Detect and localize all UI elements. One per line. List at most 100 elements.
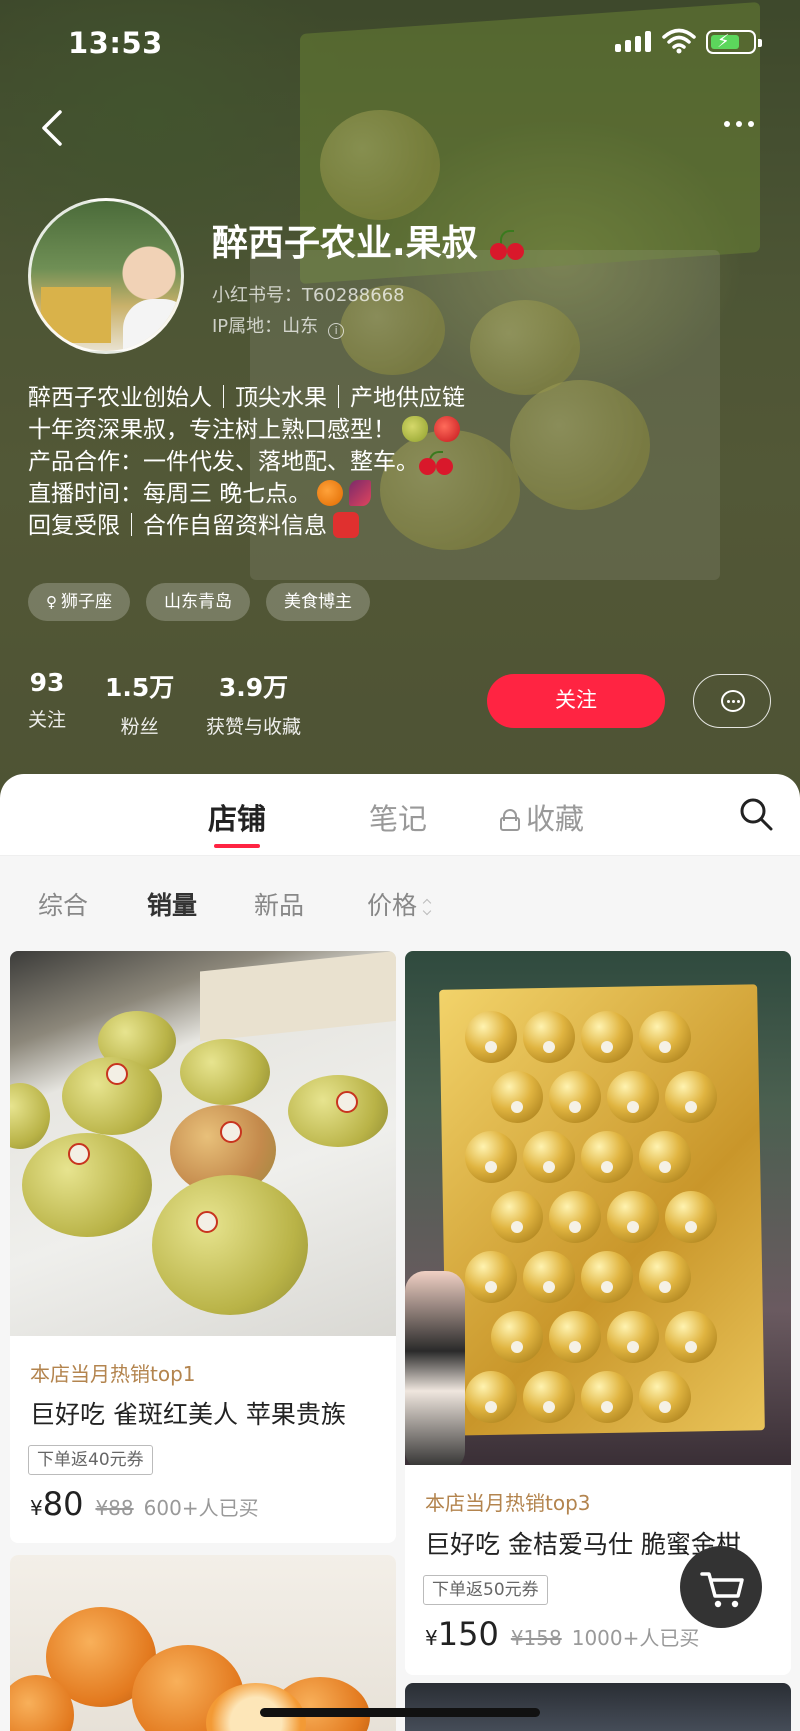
gold-wrapped-kumquat [523,1251,575,1303]
sort-arrows-icon [423,897,433,917]
apple-emoji-icon [434,416,460,442]
cherry-emoji-icon [419,450,453,475]
gold-wrapped-kumquat [491,1191,543,1243]
original-price: ¥88 [95,1496,134,1520]
bio-line: 回复受限｜合作自留资料信息 [28,513,327,539]
bio-line: 十年资深果叔，专注树上熟口感型！ [28,417,396,443]
tab-collections[interactable]: 收藏 [500,796,584,838]
follow-button[interactable]: 关注 [487,674,665,728]
gold-wrapped-kumquat [523,1371,575,1423]
product-price: ¥80 ¥88 600+人已买 [30,1485,259,1523]
battery-charging-icon: ⚡ [706,30,762,54]
hand [405,1271,465,1465]
stat-likes-collects[interactable]: 3.9万 获赞与收藏 [206,668,301,739]
female-symbol-icon: ♀ [46,593,57,611]
product-image-oranges [10,1555,396,1731]
home-indicator[interactable] [260,1708,540,1717]
gold-wrapped-kumquat [465,1251,517,1303]
gold-wrapped-kumquat [607,1191,659,1243]
gold-wrapped-kumquat [639,1011,691,1063]
gold-wrapped-kumquat [665,1311,717,1363]
lock-icon [500,809,520,831]
product-card[interactable]: 本店当月热销top1 巨好吃 雀斑红美人 苹果贵族 下单返40元券 ¥80 ¥88… [10,951,396,1543]
gold-wrapped-kumquat [665,1071,717,1123]
gold-wrapped-kumquat [523,1011,575,1063]
gold-wrapped-kumquat [607,1311,659,1363]
avatar[interactable] [28,198,184,354]
gold-wrapped-kumquat [491,1311,543,1363]
gold-wrapped-kumquat [607,1071,659,1123]
profile-name: 醉西子农业.果叔 [212,214,528,266]
product-price: ¥150 ¥158 1000+人已买 [425,1615,700,1653]
tag-location[interactable]: 山东青岛 [146,583,250,621]
product-card[interactable] [10,1555,396,1731]
gold-wrapped-kumquat [549,1311,601,1363]
profile-header: 13:53 ⚡ 醉西子农业.果叔 小红书号：T60288668 IP属地：山东 i… [0,0,800,800]
product-title: 巨好吃 雀斑红美人 苹果贵族 [30,1400,346,1429]
ip-location: IP属地：山东 i [212,312,345,339]
product-card[interactable] [405,1683,791,1731]
gold-wrapped-kumquat [465,1371,517,1423]
gold-wrapped-kumquat [549,1191,601,1243]
sort-filters: 综合 销量 新品 价格 [0,856,800,950]
product-image-kumquats [405,951,791,1465]
search-icon[interactable] [738,796,774,832]
wifi-icon [662,28,696,54]
bio-line: 醉西子农业创始人｜顶尖水果｜产地供应链 [28,385,465,411]
shopping-cart-button[interactable] [680,1546,762,1628]
filter-new[interactable]: 新品 [254,886,304,922]
gold-wrapped-kumquat [665,1191,717,1243]
original-price: ¥158 [510,1626,562,1650]
chat-bubble-icon [721,690,745,712]
gold-wrapped-kumquat [581,1251,633,1303]
gold-wrapped-kumquat [491,1071,543,1123]
profile-bio: 醉西子农业创始人｜顶尖水果｜产地供应链 十年资深果叔，专注树上熟口感型！ 产品合… [28,382,465,542]
gold-wrapped-kumquat [639,1251,691,1303]
stat-following[interactable]: 93 关注 [28,668,66,732]
active-tab-indicator [214,844,261,848]
sweet-potato-emoji-icon [349,480,372,506]
shopping-cart-icon [700,1572,744,1608]
message-button[interactable] [693,674,771,728]
red-id: 小红书号：T60288668 [212,285,405,306]
ip-location-text: IP属地：山东 [212,316,319,337]
sold-count: 600+人已买 [143,1496,259,1520]
coupon-badge: 下单返40元券 [28,1445,153,1475]
gold-wrapped-kumquat [639,1131,691,1183]
profile-tags: ♀ 狮子座 山东青岛 美食博主 [28,583,370,621]
gold-wrapped-kumquat [581,1131,633,1183]
gold-wrapped-kumquat [523,1131,575,1183]
gold-wrapped-kumquat [465,1131,517,1183]
gold-wrapped-kumquat [465,1011,517,1063]
stat-followers[interactable]: 1.5万 粉丝 [105,668,174,739]
hot-sale-label: 本店当月热销top1 [30,1362,196,1386]
gold-wrapped-kumquat [581,1011,633,1063]
more-options-icon[interactable] [724,112,768,142]
bio-line: 产品合作：一件代发、落地配、整车。 [28,449,419,475]
cherry-emoji-icon [490,230,528,260]
tab-store[interactable]: 店铺 [208,796,266,848]
cellular-signal-icon [615,30,651,52]
bio-line: 直播时间：每周三 晚七点。 [28,481,312,507]
tab-notes[interactable]: 笔记 [369,796,427,838]
back-arrow-icon[interactable] [34,106,74,150]
gold-wrapped-kumquat [639,1371,691,1423]
info-icon[interactable]: i [328,323,345,339]
telephone-emoji-icon [333,512,359,538]
status-bar: 13:53 ⚡ [0,0,800,90]
profile-name-text: 醉西子农业.果叔 [212,223,478,264]
product-image [405,1683,791,1731]
coupon-badge: 下单返50元券 [423,1575,548,1605]
tag-zodiac[interactable]: ♀ 狮子座 [28,583,130,621]
pear-emoji-icon [402,416,428,442]
product-image-pears [10,951,396,1336]
filter-price[interactable]: 价格 [367,886,433,922]
content-tabs: 店铺 笔记 收藏 [0,774,800,856]
filter-overall[interactable]: 综合 [38,886,88,922]
sold-count: 1000+人已买 [571,1626,700,1650]
tag-category[interactable]: 美食博主 [266,583,370,621]
gold-wrapped-kumquat [581,1371,633,1423]
hot-sale-label: 本店当月热销top3 [425,1491,591,1515]
pumpkin-emoji-icon [317,480,344,506]
filter-sales[interactable]: 销量 [147,886,197,922]
